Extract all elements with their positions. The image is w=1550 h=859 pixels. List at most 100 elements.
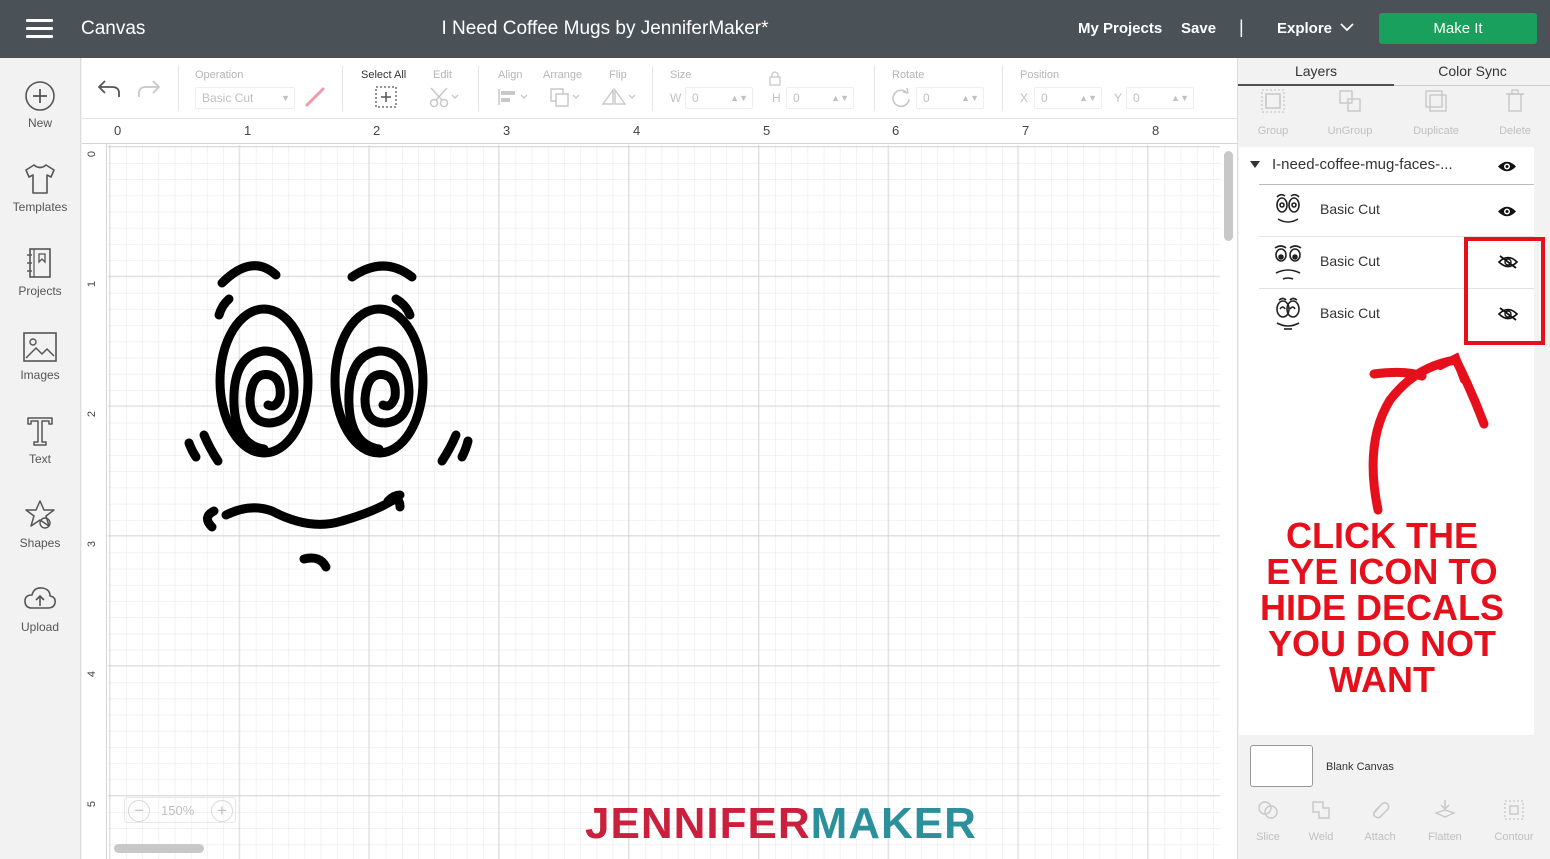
header-divider: |	[1239, 17, 1244, 37]
layer-row[interactable]: Basic Cut	[1259, 184, 1534, 236]
align-label: Align	[498, 69, 523, 81]
sidebar-label: Templates	[12, 200, 68, 214]
flip-label: Flip	[609, 69, 627, 81]
flatten-button[interactable]: Flatten	[1415, 798, 1475, 843]
save-button[interactable]: Save	[1181, 20, 1216, 37]
toolbar-separator	[874, 66, 875, 111]
vertical-scrollbar[interactable]	[1224, 151, 1233, 241]
tab-color-sync[interactable]: Color Sync	[1394, 58, 1550, 86]
upload-cloud-icon	[24, 587, 56, 609]
layer-group-row[interactable]: I-need-coffee-mug-faces-...	[1239, 147, 1534, 184]
toolbar-separator	[652, 66, 653, 111]
caret-down-icon: ▼	[281, 93, 290, 103]
x-input[interactable]: 0 ▲▼	[1034, 87, 1102, 109]
sidebar-item-upload[interactable]: Upload	[0, 582, 80, 652]
pen-color-icon[interactable]	[304, 86, 326, 108]
sidebar-item-new[interactable]: New	[0, 80, 80, 150]
horizontal-scrollbar[interactable]	[114, 844, 204, 853]
align-icon[interactable]	[496, 86, 530, 108]
blank-canvas-thumbnail[interactable]	[1250, 745, 1313, 787]
layer-thumbnail	[1274, 245, 1302, 280]
operation-select[interactable]: Basic Cut ▼	[195, 87, 295, 109]
callout-line: YOU DO NOT	[1267, 623, 1496, 664]
eye-icon[interactable]	[1497, 160, 1517, 173]
ruler-tick-label: 5	[86, 800, 99, 808]
callout-highlight-box	[1464, 237, 1545, 345]
y-input[interactable]: 0 ▲▼	[1126, 87, 1194, 109]
eye-icon[interactable]	[1497, 205, 1517, 218]
sidebar-item-shapes[interactable]: Shapes	[0, 498, 80, 568]
flatten-icon	[1434, 800, 1456, 818]
contour-button[interactable]: Contour	[1484, 798, 1544, 843]
design-canvas[interactable]: 0 1 2 3 4 5 6 7 8 0 1 2 3 4 5 − 150% + J…	[82, 119, 1237, 859]
width-value: 0	[692, 91, 699, 105]
trash-icon	[1506, 89, 1524, 112]
callout-instruction: CLICK THE EYE ICON TO HIDE DECALS YOU DO…	[1246, 518, 1518, 698]
sidebar-label: New	[27, 116, 52, 130]
ruler-tick-label: 4	[86, 670, 99, 678]
zoom-in-button[interactable]: +	[211, 800, 233, 822]
duplicate-button[interactable]: Duplicate	[1401, 88, 1471, 137]
ruler-tick-label: 8	[1152, 123, 1160, 138]
x-label: X	[1020, 91, 1029, 105]
explore-menu[interactable]: Explore	[1277, 20, 1332, 37]
slice-icon	[1258, 801, 1278, 819]
edit-toolbar: Operation Basic Cut ▼ Select All Edit Al…	[82, 58, 1237, 119]
operation-label: Operation	[195, 69, 244, 81]
delete-label: Delete	[1499, 125, 1531, 137]
ungroup-button[interactable]: UnGroup	[1315, 88, 1385, 137]
chevron-down-icon[interactable]	[1340, 22, 1354, 32]
my-projects-link[interactable]: My Projects	[1078, 20, 1162, 37]
flip-icon[interactable]	[600, 86, 638, 108]
slice-button[interactable]: Slice	[1238, 798, 1298, 843]
layer-name: Basic Cut	[1320, 305, 1380, 321]
tab-layers[interactable]: Layers	[1238, 58, 1394, 86]
rotate-input[interactable]: 0 ▲▼	[916, 87, 984, 109]
caret-down-icon[interactable]	[1250, 161, 1260, 169]
stepper-icon: ▲▼	[961, 93, 979, 103]
sidebar-label: Images	[20, 368, 60, 382]
zoom-out-button[interactable]: −	[128, 800, 150, 822]
ruler-tick-label: 1	[244, 123, 252, 138]
undo-icon[interactable]	[96, 78, 122, 100]
redo-icon[interactable]	[136, 78, 162, 100]
sidebar-label: Projects	[18, 284, 62, 298]
sidebar-item-projects[interactable]: Projects	[0, 246, 80, 316]
ruler-tick-label: 2	[373, 123, 381, 138]
duplicate-icon	[1425, 90, 1447, 112]
shirt-icon	[25, 164, 55, 194]
flatten-label: Flatten	[1428, 831, 1462, 843]
width-label: W	[670, 91, 682, 105]
make-it-button[interactable]: Make It	[1379, 13, 1537, 44]
layer-thumbnail	[1276, 297, 1300, 330]
attach-button[interactable]: Attach	[1350, 798, 1410, 843]
rotate-icon[interactable]	[890, 87, 912, 109]
height-label: H	[772, 91, 781, 105]
edit-scissors-icon[interactable]	[427, 85, 461, 109]
group-label: Group	[1257, 125, 1289, 137]
coffee-face-decal[interactable]	[174, 255, 574, 585]
toolbar-separator	[1002, 66, 1003, 111]
delete-button[interactable]: Delete	[1480, 88, 1550, 137]
jennifermaker-logo: JENNIFERMAKER	[585, 799, 977, 849]
group-button[interactable]: Group	[1238, 88, 1308, 137]
y-value: 0	[1133, 91, 1140, 105]
rotate-label: Rotate	[892, 69, 925, 81]
height-input[interactable]: 0 ▲▼	[786, 87, 854, 109]
weld-button[interactable]: Weld	[1291, 798, 1351, 843]
sidebar-item-images[interactable]: Images	[0, 330, 80, 400]
callout-arrow	[1368, 352, 1489, 515]
y-label: Y	[1114, 91, 1123, 105]
weld-label: Weld	[1308, 831, 1334, 843]
select-all-icon[interactable]	[374, 85, 398, 109]
sidebar-item-text[interactable]: Text	[0, 414, 80, 484]
sidebar-item-templates[interactable]: Templates	[0, 162, 80, 232]
width-input[interactable]: 0 ▲▼	[685, 87, 753, 109]
arrange-icon[interactable]	[548, 86, 582, 108]
weld-icon	[1312, 801, 1330, 819]
lock-icon[interactable]	[768, 70, 782, 86]
attach-label: Attach	[1364, 831, 1396, 843]
edit-label: Edit	[433, 69, 452, 81]
ruler-tick-label: 0	[114, 123, 122, 138]
layer-group-name: I-need-coffee-mug-faces-...	[1272, 156, 1453, 173]
